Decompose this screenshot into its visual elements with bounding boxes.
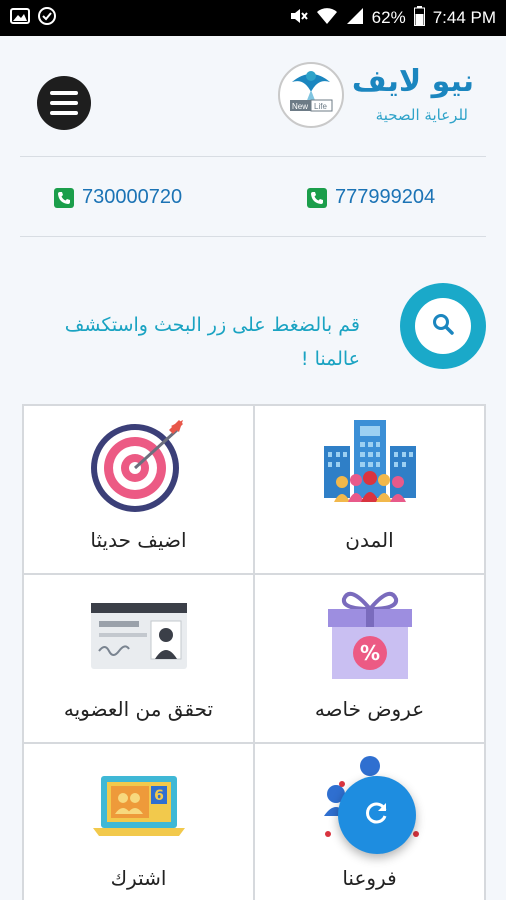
svg-text:Life: Life <box>314 102 327 111</box>
mute-icon <box>288 7 308 30</box>
brand-logo: New Life نيو لايف للرعاية الصحية <box>278 62 478 132</box>
grid-item-label: تحقق من العضويه <box>63 697 214 721</box>
grid-item-check-membership[interactable]: تحقق من العضويه <box>23 574 254 743</box>
battery-icon <box>413 5 425 31</box>
brand-subtitle: للرعاية الصحية <box>375 106 468 124</box>
check-circle-icon <box>38 6 56 30</box>
divider <box>20 156 486 157</box>
phone-link-2[interactable]: 730000720 <box>54 186 182 209</box>
signal-icon <box>346 7 364 30</box>
battery-percent: 62% <box>371 8 406 27</box>
refresh-icon <box>363 799 391 831</box>
menu-button[interactable] <box>37 76 91 130</box>
phone-number: 777999204 <box>335 186 436 208</box>
refresh-button[interactable] <box>338 776 416 854</box>
app-header: New Life نيو لايف للرعاية الصحية <box>0 36 506 156</box>
search-icon <box>432 313 454 339</box>
divider <box>20 236 486 237</box>
status-right: 62% 7:44 PM <box>288 5 496 31</box>
search-button-inner <box>415 298 471 354</box>
status-bar: 62% 7:44 PM <box>0 0 506 36</box>
phone-number: 730000720 <box>82 186 183 208</box>
grid-item-label: اضيف حديثا <box>90 528 187 552</box>
brand-name: نيو لايف <box>351 64 474 99</box>
status-left <box>10 6 56 30</box>
search-button[interactable] <box>400 283 486 369</box>
menu-bar <box>50 101 78 105</box>
grid-item-recently-added[interactable]: اضيف حديثا <box>23 405 254 574</box>
grid-item-cities[interactable]: المدن <box>254 405 485 574</box>
gallery-notification-icon <box>10 7 30 29</box>
clock: 7:44 PM <box>432 8 496 27</box>
svg-text:%: % <box>359 641 379 665</box>
grid-item-label: اشترك <box>110 866 167 890</box>
phone-icon <box>54 187 74 208</box>
svg-text:6: 6 <box>154 788 164 804</box>
wifi-icon <box>316 7 338 30</box>
menu-bar <box>50 111 78 115</box>
svg-text:New: New <box>292 102 308 111</box>
phone-icon <box>307 187 327 208</box>
search-prompt: قم بالضغط على زر البحث واستكشف عالمنا ! <box>64 314 360 370</box>
categories-grid: المدن اضيف حديثا % عروض خاصه تحقق من الع… <box>22 404 486 900</box>
grid-item-special-offers[interactable]: % عروض خاصه <box>254 574 485 743</box>
menu-bar <box>50 91 78 95</box>
grid-item-label: المدن <box>345 528 394 552</box>
grid-item-subscribe[interactable]: 6 اشترك <box>23 743 254 900</box>
grid-item-label: فروعنا <box>342 866 397 890</box>
logo-emblem: New Life <box>278 62 344 128</box>
phone-link-1[interactable]: 777999204 <box>307 186 435 209</box>
grid-item-label: عروض خاصه <box>314 697 425 721</box>
